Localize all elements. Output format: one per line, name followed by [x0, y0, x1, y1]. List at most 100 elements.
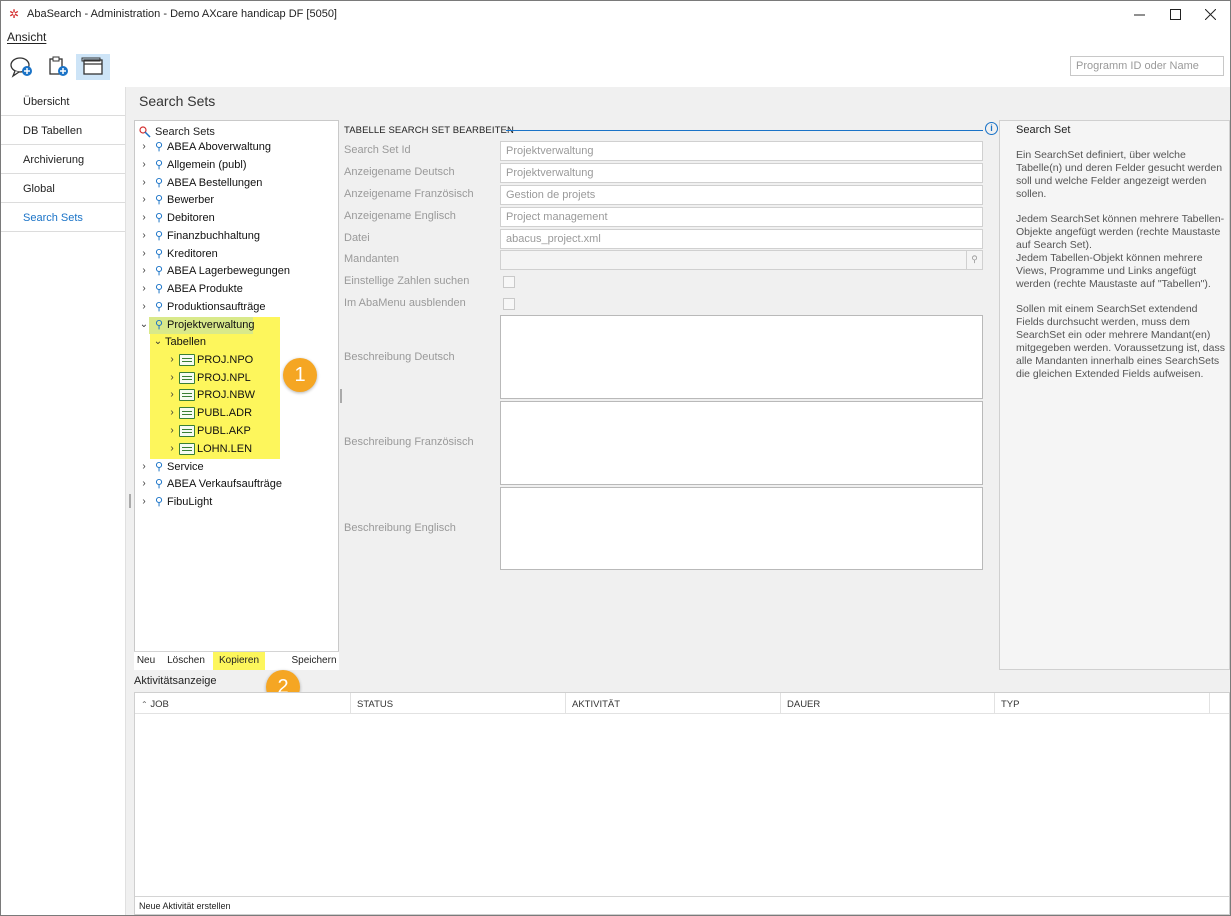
- info-icon[interactable]: i: [985, 122, 998, 135]
- mandanten-field[interactable]: ⚲: [500, 250, 983, 270]
- tree-table-item[interactable]: › PUBL.ADR: [165, 404, 252, 421]
- description-fr-textarea[interactable]: [500, 401, 983, 485]
- chevron-right-icon[interactable]: ›: [137, 301, 151, 312]
- sidebar-item-archive[interactable]: Archivierung: [1, 145, 125, 174]
- tree-item[interactable]: › ⚲ Kreditoren: [137, 245, 217, 262]
- sidebar-item-global[interactable]: Global: [1, 174, 125, 203]
- search-set-id-field[interactable]: Projektverwaltung: [500, 141, 983, 161]
- activity-label: Aktivitätsanzeige: [134, 675, 217, 687]
- file-field[interactable]: abacus_project.xml: [500, 229, 983, 249]
- lookup-search-icon[interactable]: ⚲: [966, 251, 982, 269]
- chevron-right-icon[interactable]: ›: [137, 159, 151, 170]
- tree-item[interactable]: › ⚲ ABEA Verkaufsaufträge: [137, 475, 282, 492]
- help-paragraph: Sollen mit einem SearchSet extendend Fie…: [1016, 303, 1225, 380]
- column-header-job[interactable]: ⌃ JOB: [135, 693, 351, 714]
- tree-item[interactable]: › ⚲ Produktionsaufträge: [137, 298, 265, 315]
- tree-table-label: LOHN.LEN: [197, 442, 253, 455]
- tree-item[interactable]: › ⚲ ABEA Produkte: [137, 280, 243, 297]
- tree-item[interactable]: › ⚲ ABEA Lagerbewegungen: [137, 262, 290, 279]
- hide-in-abamenu-checkbox[interactable]: [503, 298, 515, 310]
- description-de-textarea[interactable]: [500, 315, 983, 399]
- chevron-right-icon[interactable]: ›: [165, 389, 179, 400]
- window-view-button[interactable]: [76, 54, 110, 80]
- sidebar-item-search-sets[interactable]: Search Sets: [1, 203, 125, 232]
- description-en-textarea[interactable]: [500, 487, 983, 570]
- chevron-right-icon[interactable]: ›: [137, 283, 151, 294]
- table-icon: [179, 353, 195, 366]
- tree-table-item[interactable]: › PUBL.AKP: [165, 422, 251, 439]
- name-fr-field[interactable]: Gestion de projets: [500, 185, 983, 205]
- name-en-field[interactable]: Project management: [500, 207, 983, 227]
- tree-table-item[interactable]: › LOHN.LEN: [165, 440, 252, 457]
- sidebar-item-db-tables[interactable]: DB Tabellen: [1, 116, 125, 145]
- chevron-right-icon[interactable]: ›: [137, 496, 151, 507]
- tree-item[interactable]: › ⚲ Finanzbuchhaltung: [137, 227, 260, 244]
- single-digit-search-checkbox[interactable]: [503, 276, 515, 288]
- tree-item[interactable]: › ⚲ ABEA Aboverwaltung: [137, 138, 271, 155]
- field-label: Anzeigename Deutsch: [344, 166, 455, 178]
- menu-view[interactable]: Ansicht: [7, 30, 46, 44]
- chevron-right-icon[interactable]: ›: [137, 248, 151, 259]
- area-label: Beschreibung Englisch: [344, 522, 456, 534]
- chevron-right-icon[interactable]: ›: [137, 141, 151, 152]
- save-button[interactable]: Speichern: [290, 652, 338, 670]
- chevron-right-icon[interactable]: ›: [137, 265, 151, 276]
- chevron-right-icon[interactable]: ›: [137, 177, 151, 188]
- new-clipboard-button[interactable]: [41, 54, 75, 80]
- new-chat-button[interactable]: [5, 54, 39, 80]
- tree-item[interactable]: › ⚲ Debitoren: [137, 209, 214, 226]
- minimize-icon: [1133, 14, 1145, 16]
- tree-item[interactable]: › ⚲ ABEA Bestellungen: [137, 174, 262, 191]
- chevron-right-icon[interactable]: ›: [137, 212, 151, 223]
- search-icon: ⚲: [154, 496, 164, 508]
- search-icon: ⚲: [154, 461, 164, 473]
- close-button[interactable]: [1187, 1, 1230, 28]
- new-activity-link[interactable]: Neue Aktivität erstellen: [135, 896, 1229, 914]
- tree-item[interactable]: › ⚲ FibuLight: [137, 493, 212, 510]
- search-icon: ⚲: [154, 159, 164, 171]
- tree-table-item[interactable]: › PROJ.NBW: [165, 386, 255, 403]
- help-title: Search Set: [1016, 124, 1071, 136]
- chevron-right-icon[interactable]: ›: [137, 230, 151, 241]
- chevron-right-icon[interactable]: ›: [165, 443, 179, 454]
- tree-item-selected[interactable]: ⌄ ⚲ Projektverwaltung: [137, 316, 255, 333]
- chevron-down-icon[interactable]: ⌄: [137, 319, 151, 330]
- annotation-badge-1: 1: [283, 358, 317, 392]
- tree-item[interactable]: › ⚲ Service: [137, 458, 203, 475]
- chevron-right-icon[interactable]: ›: [165, 407, 179, 418]
- close-icon: [1204, 9, 1216, 20]
- column-header-status[interactable]: STATUS: [351, 693, 566, 714]
- chevron-right-icon[interactable]: ›: [165, 425, 179, 436]
- tree-item-label: ABEA Produkte: [167, 282, 243, 295]
- delete-button[interactable]: Löschen: [165, 652, 207, 670]
- chevron-down-icon[interactable]: ⌄: [151, 336, 165, 347]
- help-paragraph: Ein SearchSet definiert, über welche Tab…: [1016, 149, 1223, 200]
- chevron-right-icon[interactable]: ›: [137, 194, 151, 205]
- tree-item-label: Bewerber: [167, 193, 215, 206]
- sidebar-item-overview[interactable]: Übersicht: [1, 87, 125, 116]
- toolbar: [1, 50, 1230, 85]
- chevron-right-icon[interactable]: ›: [137, 478, 151, 489]
- tree-subfolder[interactable]: ⌄ Tabellen: [151, 333, 206, 350]
- tree-item[interactable]: › ⚲ Bewerber: [137, 191, 214, 208]
- tree-item[interactable]: › ⚲ Allgemein (publ): [137, 156, 246, 173]
- chevron-right-icon[interactable]: ›: [165, 372, 179, 383]
- column-header-type[interactable]: TYP: [995, 693, 1210, 714]
- new-button[interactable]: Neu: [134, 652, 158, 670]
- table-icon: [179, 388, 195, 401]
- chevron-right-icon[interactable]: ›: [137, 461, 151, 472]
- tree-table-item[interactable]: › PROJ.NPO: [165, 351, 253, 368]
- tree-table-item[interactable]: › PROJ.NPL: [165, 369, 251, 386]
- column-header-activity[interactable]: AKTIVITÄT: [566, 693, 781, 714]
- name-de-field[interactable]: Projektverwaltung: [500, 163, 983, 183]
- form-header: TABELLE SEARCH SET BEARBEITEN: [344, 125, 514, 136]
- splitter-handle[interactable]: [340, 389, 342, 403]
- chevron-right-icon[interactable]: ›: [165, 354, 179, 365]
- field-label: Anzeigename Englisch: [344, 210, 456, 222]
- table-icon: [179, 442, 195, 455]
- column-header-duration[interactable]: DAUER: [781, 693, 995, 714]
- field-label: Mandanten: [344, 253, 400, 265]
- copy-button[interactable]: Kopieren: [213, 652, 265, 670]
- splitter-handle[interactable]: [129, 494, 131, 508]
- program-search-input[interactable]: Programm ID oder Name: [1070, 56, 1224, 76]
